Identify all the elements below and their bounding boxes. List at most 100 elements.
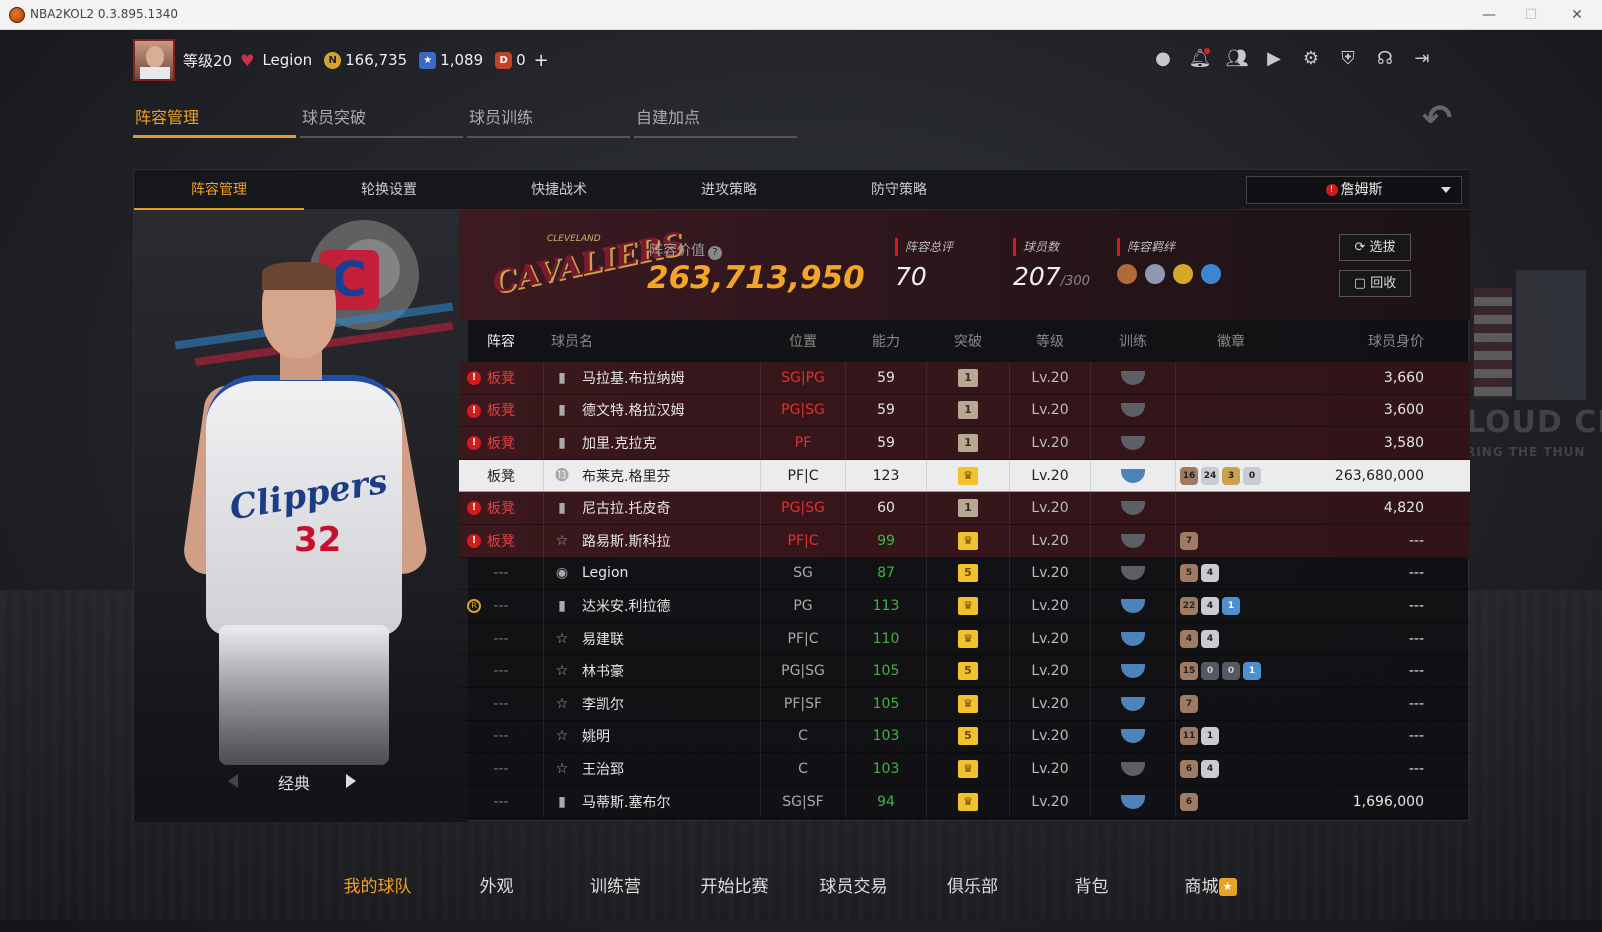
- subtab-defense[interactable]: 防守策略: [814, 170, 984, 210]
- training-cell[interactable]: [1091, 492, 1175, 524]
- breakthrough-cell[interactable]: ♛: [927, 460, 1009, 492]
- badges-cell[interactable]: 7: [1175, 524, 1283, 557]
- lineup-cell[interactable]: ---: [459, 655, 543, 687]
- badges-cell[interactable]: [1175, 394, 1283, 427]
- player-name-cell[interactable]: ☆ 李凯尔: [543, 687, 761, 720]
- training-cell[interactable]: [1091, 460, 1175, 492]
- header-position[interactable]: 位置: [761, 320, 845, 362]
- lineup-cell[interactable]: R ---: [459, 590, 543, 622]
- lineup-cell[interactable]: ! 板凳: [459, 525, 543, 557]
- breakthrough-cell[interactable]: 5: [927, 655, 1009, 687]
- table-row[interactable]: --- ☆ 姚明 C 103 5 Lv.20 11 1 ---: [459, 720, 1470, 754]
- header-badges[interactable]: 徽章: [1175, 320, 1283, 362]
- lineup-cell[interactable]: ! 板凳: [459, 492, 543, 524]
- player-name-cell[interactable]: ☆ 王治郅: [543, 753, 761, 785]
- badges-cell[interactable]: [1175, 492, 1283, 524]
- user-icon[interactable]: ●: [1150, 46, 1176, 72]
- player-name-cell[interactable]: ☆ 林书豪: [543, 655, 761, 687]
- breakthrough-cell[interactable]: 5: [927, 721, 1009, 753]
- training-cell[interactable]: [1091, 655, 1175, 687]
- nav-player-trade[interactable]: 球员交易: [794, 872, 913, 897]
- table-row[interactable]: --- ☆ 林书豪 PG|SG 105 5 Lv.20 15 0 0 1 ---: [459, 655, 1470, 688]
- close-button[interactable]: ✕: [1560, 4, 1594, 26]
- lineup-cell[interactable]: ---: [459, 688, 543, 720]
- subtab-lineup[interactable]: 阵容管理: [134, 170, 304, 210]
- player-name-cell[interactable]: ☆ 路易斯.斯科拉: [543, 524, 761, 557]
- nav-training-camp[interactable]: 训练营: [556, 872, 675, 897]
- nav-shop[interactable]: 商城 ★: [1151, 872, 1270, 897]
- lineup-cell[interactable]: ---: [459, 623, 543, 655]
- badges-cell[interactable]: [1175, 362, 1283, 394]
- subtab-offense[interactable]: 进攻策略: [644, 170, 814, 210]
- training-cell[interactable]: [1091, 558, 1175, 590]
- player-name-cell[interactable]: ▮ 德文特.格拉汉姆: [543, 394, 761, 427]
- lineup-dropdown[interactable]: ! 詹姆斯: [1246, 176, 1462, 204]
- player-name-cell[interactable]: ▮ 达米安.利拉德: [543, 590, 761, 622]
- nav-start-game[interactable]: 开始比赛: [675, 872, 794, 897]
- breakthrough-cell[interactable]: 5: [927, 558, 1009, 590]
- player-name-cell[interactable]: ☆ 姚明: [543, 720, 761, 753]
- table-row[interactable]: R --- ▮ 达米安.利拉德 PG 113 ♛ Lv.20 22 4 1 ---: [459, 590, 1470, 623]
- synergy-icons[interactable]: [1117, 264, 1221, 284]
- header-rating[interactable]: 能力: [845, 320, 927, 362]
- add-currency-button[interactable]: +: [534, 50, 549, 71]
- breakthrough-cell[interactable]: ♛: [927, 786, 1009, 818]
- subtab-quick-tactics[interactable]: 快捷战术: [474, 170, 644, 210]
- breakthrough-cell[interactable]: ♛: [927, 688, 1009, 720]
- lineup-cell[interactable]: ---: [459, 558, 543, 590]
- badges-cell[interactable]: [1175, 427, 1283, 459]
- avatar[interactable]: [133, 39, 175, 81]
- training-cell[interactable]: [1091, 395, 1175, 427]
- minimize-button[interactable]: —: [1472, 4, 1506, 26]
- lineup-cell[interactable]: ---: [459, 721, 543, 753]
- training-cell[interactable]: [1091, 721, 1175, 753]
- bell-icon[interactable]: 🔔︎: [1187, 46, 1213, 72]
- header-name[interactable]: 球员名: [543, 320, 761, 362]
- training-cell[interactable]: [1091, 786, 1175, 818]
- prev-arrow-icon[interactable]: [228, 774, 238, 788]
- select-button[interactable]: ⟳ 选拔: [1339, 234, 1411, 261]
- gear-icon[interactable]: ⚙: [1298, 46, 1324, 72]
- lineup-cell[interactable]: ! 板凳: [459, 395, 543, 427]
- table-row[interactable]: --- ☆ 易建联 PF|C 110 ♛ Lv.20 4 4 ---: [459, 622, 1470, 656]
- exit-icon[interactable]: ⇥: [1409, 46, 1435, 72]
- breakthrough-cell[interactable]: ♛: [927, 623, 1009, 655]
- headset-icon[interactable]: ☊: [1372, 46, 1398, 72]
- badges-cell[interactable]: 54: [1175, 557, 1283, 590]
- badges-cell[interactable]: 11 1: [1175, 720, 1283, 753]
- nav-backpack[interactable]: 背包: [1032, 872, 1151, 897]
- table-row[interactable]: ! 板凳 ▮ 德文特.格拉汉姆 PG|SG 59 1 Lv.20 3,600: [459, 394, 1470, 428]
- training-cell[interactable]: [1091, 590, 1175, 622]
- player-name-cell[interactable]: ▮ 马蒂斯.塞布尔: [543, 785, 761, 818]
- back-arrow-icon[interactable]: ↶: [1422, 98, 1452, 139]
- lineup-cell[interactable]: ---: [459, 753, 543, 785]
- training-cell[interactable]: [1091, 427, 1175, 459]
- header-lineup[interactable]: 阵容: [459, 320, 543, 362]
- breakthrough-cell[interactable]: ♛: [927, 753, 1009, 785]
- next-arrow-icon[interactable]: [346, 774, 356, 788]
- tab-training[interactable]: 球员训练: [467, 104, 630, 138]
- header-breakthrough[interactable]: 突破: [927, 320, 1009, 362]
- badges-cell[interactable]: 64: [1175, 753, 1283, 785]
- tab-lineup[interactable]: 阵容管理: [133, 104, 296, 138]
- player-name-cell[interactable]: ☆ 易建联: [543, 622, 761, 655]
- nav-club[interactable]: 俱乐部: [913, 872, 1032, 897]
- nav-appearance[interactable]: 外观: [437, 872, 556, 897]
- video-icon[interactable]: ▶: [1261, 46, 1287, 72]
- player-name-cell[interactable]: ⓭ 布莱克.格里芬: [543, 459, 761, 492]
- table-row[interactable]: ! 板凳 ▮ 马拉基.布拉纳姆 SG|PG 59 1 Lv.20 3,660: [459, 362, 1470, 395]
- breakthrough-cell[interactable]: 1: [927, 362, 1009, 394]
- table-row[interactable]: ! 板凳 ☆ 路易斯.斯科拉 PF|C 99 ♛ Lv.20 7 ---: [459, 524, 1470, 558]
- lineup-cell[interactable]: 板凳: [459, 460, 543, 492]
- tab-custom-points[interactable]: 自建加点: [634, 104, 797, 138]
- breakthrough-cell[interactable]: 1: [927, 395, 1009, 427]
- header-price[interactable]: 球员身价: [1283, 320, 1450, 362]
- lineup-cell[interactable]: ! 板凳: [459, 362, 543, 394]
- subtab-rotation[interactable]: 轮换设置: [304, 170, 474, 210]
- training-cell[interactable]: [1091, 525, 1175, 557]
- player-name-cell[interactable]: ▮ 加里.克拉克: [543, 427, 761, 459]
- shield-icon[interactable]: ⛨: [1335, 46, 1361, 72]
- lineup-cell[interactable]: ! 板凳: [459, 427, 543, 459]
- breakthrough-cell[interactable]: 1: [927, 427, 1009, 459]
- friends-icon[interactable]: 👥︎: [1224, 46, 1250, 72]
